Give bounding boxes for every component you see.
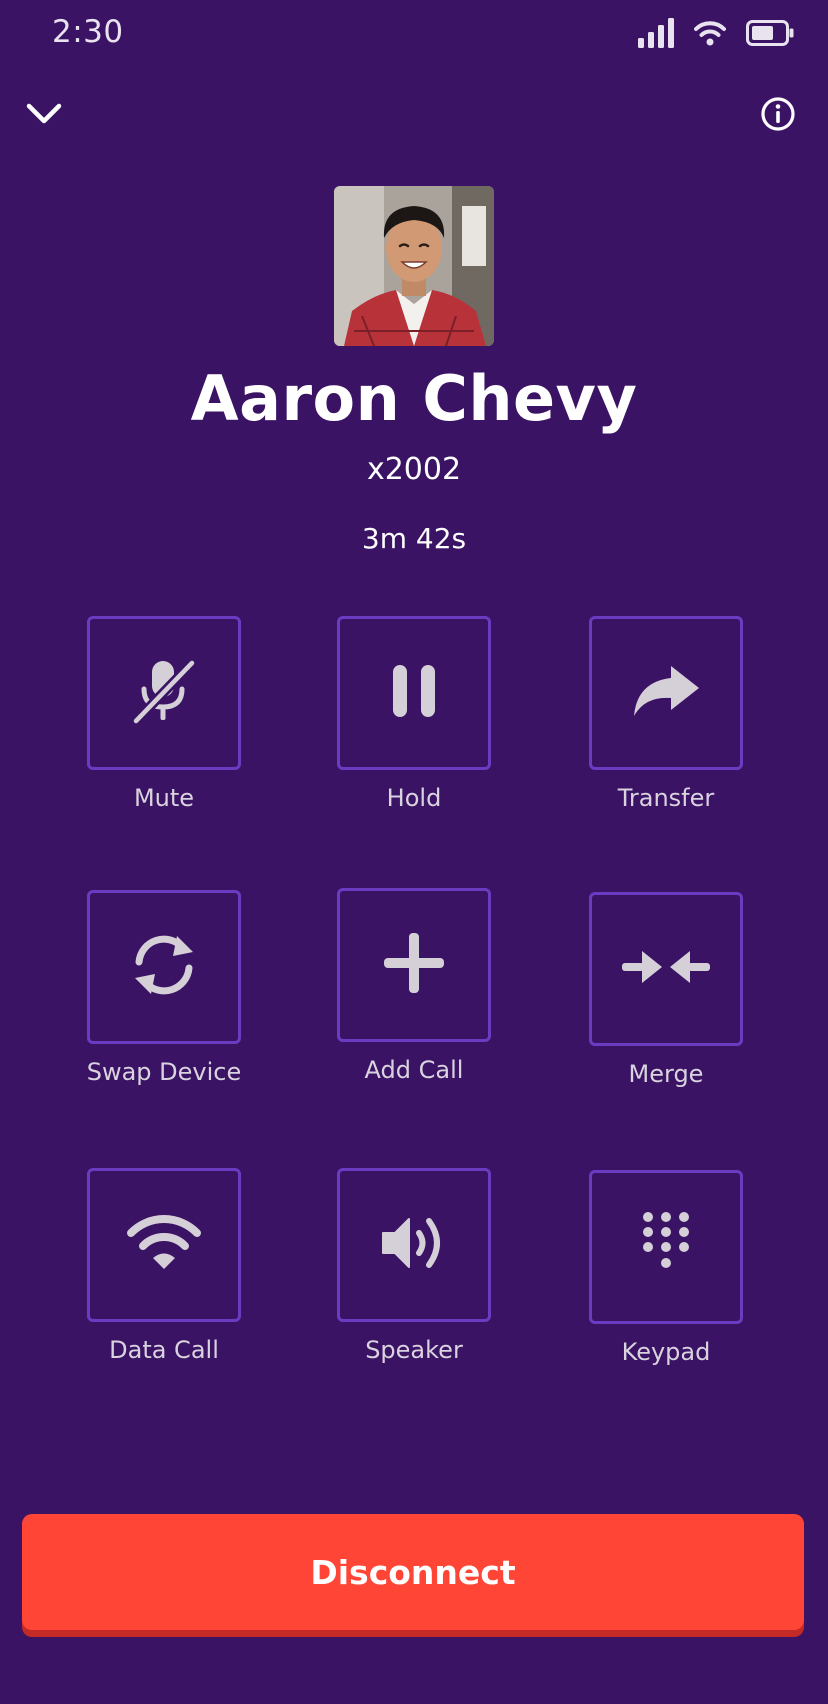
speaker-control: Speaker [334,1168,494,1364]
merge-button[interactable] [589,892,743,1046]
transfer-label: Transfer [617,784,715,812]
disconnect-label: Disconnect [310,1552,516,1592]
microphone-muted-icon [128,655,200,731]
speaker-button[interactable] [337,1168,491,1322]
wifi-icon [126,1213,202,1277]
pause-icon [390,663,438,723]
active-call-screen: 2:30 Aaron Chevy x2002 3m 42s Mute Hold … [0,0,828,1704]
mute-label: Mute [133,784,195,812]
hold-control: Hold [334,616,494,812]
status-time: 2:30 [52,14,124,50]
keypad-button[interactable] [589,1170,743,1324]
add-call-label: Add Call [364,1056,464,1084]
sync-icon [127,928,201,1006]
caller-name: Aaron Chevy [190,362,638,435]
call-duration: 3m 42s [361,522,467,555]
keypad-control: Keypad [586,1170,746,1366]
share-arrow-icon [631,664,701,722]
transfer-button[interactable] [589,616,743,770]
info-button[interactable] [750,88,806,144]
swap-device-control: Swap Device [84,890,244,1086]
keypad-label: Keypad [621,1338,711,1366]
merge-label: Merge [628,1060,704,1088]
swap-device-label: Swap Device [86,1058,242,1086]
caller-avatar [334,186,494,346]
caller-extension: x2002 [366,452,462,487]
data-call-control: Data Call [84,1168,244,1364]
info-icon [760,96,796,136]
collapse-button[interactable] [16,88,72,144]
status-icons [638,18,794,48]
mute-control: Mute [84,616,244,812]
add-call-button[interactable] [337,888,491,1042]
data-call-label: Data Call [109,1336,219,1364]
cellular-signal-icon [638,18,674,48]
merge-control: Merge [586,892,746,1088]
merge-arrows-icon [620,945,712,993]
wifi-icon [694,20,726,46]
data-call-button[interactable] [87,1168,241,1322]
disconnect-button[interactable]: Disconnect [22,1514,804,1630]
add-call-control: Add Call [334,888,494,1084]
dialpad-icon [642,1211,690,1283]
battery-icon [746,20,794,46]
mute-button[interactable] [87,616,241,770]
chevron-down-icon [26,103,62,129]
swap-device-button[interactable] [87,890,241,1044]
transfer-control: Transfer [586,616,746,812]
speaker-label: Speaker [365,1336,463,1364]
hold-button[interactable] [337,616,491,770]
plus-icon [382,931,446,999]
speaker-icon [379,1213,449,1277]
hold-label: Hold [386,784,442,812]
